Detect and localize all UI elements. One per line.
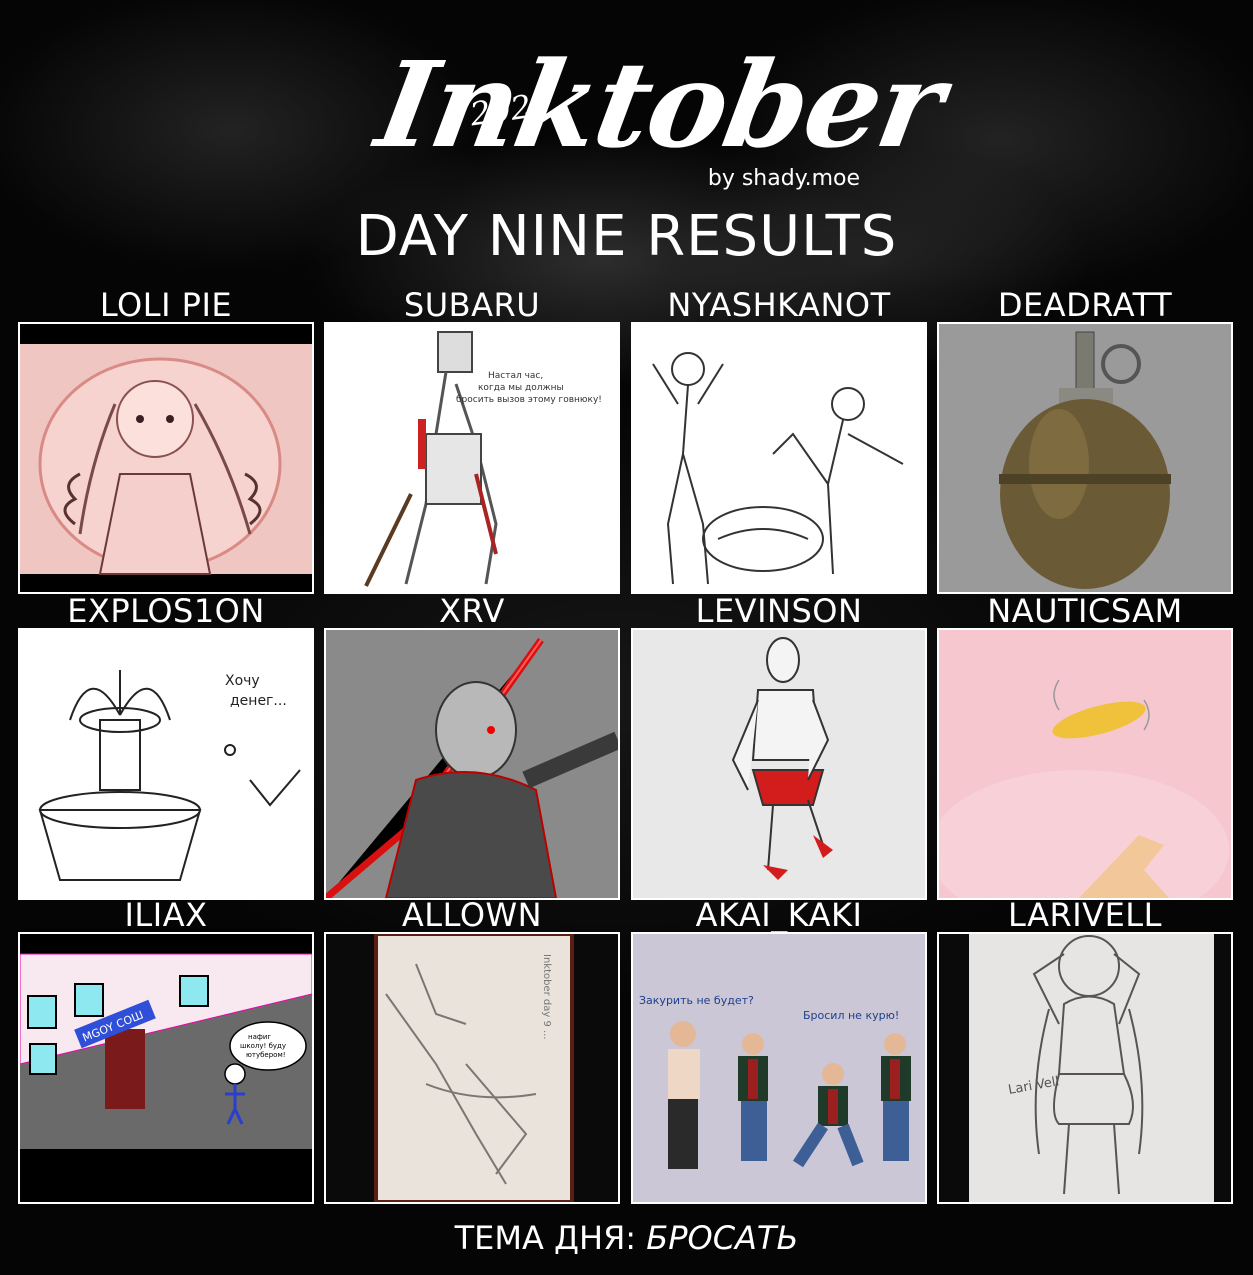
girl-ball-pencil-sketch: Lari Vell — [939, 934, 1231, 1202]
theme-value: БРОСАТЬ — [646, 1219, 799, 1257]
entry-name: NAUTICSAM — [987, 592, 1183, 630]
red-spear-warrior — [326, 630, 618, 898]
entry-artwork[interactable]: Lari Vell — [937, 932, 1233, 1204]
grenade-render — [939, 324, 1231, 592]
entry-artwork[interactable]: MGOY COШ нафиг школу! буду ютубером! — [18, 932, 314, 1204]
art-caption-line: денег... — [230, 693, 287, 709]
entry-artwork[interactable] — [937, 628, 1233, 900]
art-caption-line: бросить вызов этому говнюку! — [456, 395, 602, 405]
entry-name: XRV — [439, 592, 505, 630]
entry-artwork[interactable] — [18, 322, 314, 594]
entry-artwork[interactable]: Inktober day 9 ... — [324, 932, 620, 1204]
entry-name: DEADRATT — [997, 286, 1173, 324]
entry-name: SUBARU — [403, 286, 541, 324]
art-caption-line: Закурить не будет? — [639, 994, 754, 1007]
art-caption-line: Inktober day 9 ... — [541, 954, 552, 1040]
entry-artwork[interactable]: Настал час, когда мы должны бросить вызо… — [324, 322, 620, 594]
entry-name: ALLOWN — [401, 896, 543, 934]
character-with-mug-sketch: Настал час, когда мы должны бросить вызо… — [326, 324, 618, 592]
art-caption-line: Бросил не курю! — [803, 1009, 899, 1022]
art-caption-line: нафиг — [248, 1033, 271, 1041]
entry-name: ILIAX — [124, 896, 208, 934]
art-caption-line: ютубером! — [246, 1051, 286, 1059]
entry-name: LARIVELL — [1008, 896, 1162, 934]
pink-coin-toss — [939, 630, 1231, 898]
entry-name: LEVINSON — [695, 592, 863, 630]
entry-artwork[interactable] — [631, 628, 927, 900]
theme-label: ТЕМА ДНЯ: — [454, 1219, 637, 1257]
entry-name: AKAI_KAKI — [695, 896, 863, 934]
art-caption-line: школу! буду — [240, 1042, 286, 1050]
entry-artwork[interactable] — [937, 322, 1233, 594]
fountain-coin-doodle: Хочу денег... — [20, 630, 312, 898]
school-street-doodle: MGOY COШ нафиг школу! буду ютубером! — [20, 934, 312, 1202]
entry-name: LOLI PIE — [99, 286, 233, 324]
mannequin-figure-red — [633, 630, 925, 898]
entry-artwork[interactable]: Хочу денег... — [18, 628, 314, 900]
entry-artwork[interactable] — [631, 322, 927, 594]
pencil-sketch-photo: Inktober day 9 ... — [326, 934, 618, 1202]
art-caption-line: Настал час, — [488, 371, 543, 381]
entries-grid: LOLI PIE SUBARU Настал час, когда мы дол… — [0, 0, 1253, 1275]
art-caption-line: когда мы должны — [478, 383, 564, 393]
theme-of-day: ТЕМА ДНЯ: БРОСАТЬ — [0, 1218, 1253, 1258]
two-figures-throwing-sketch — [633, 324, 925, 592]
art-caption-line: Хочу — [225, 673, 260, 689]
entry-artwork[interactable]: Закурить не будет? Бросил не курю! — [631, 932, 927, 1204]
entry-name: NYASHKANOT — [667, 286, 891, 324]
pink-anime-girl-sketch — [20, 324, 312, 592]
entry-artwork[interactable] — [324, 628, 620, 900]
smoking-men-comic: Закурить не будет? Бросил не курю! — [633, 934, 925, 1202]
entry-name: EXPLOS1ON — [67, 592, 265, 630]
